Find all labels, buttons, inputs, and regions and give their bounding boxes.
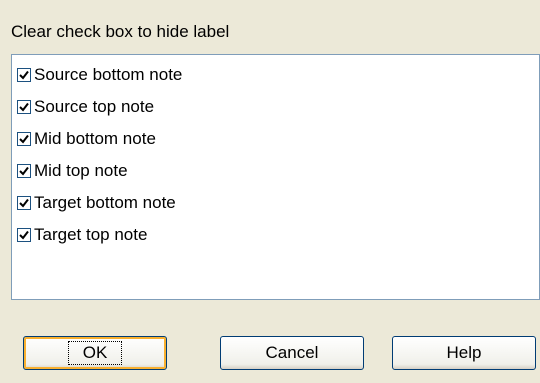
list-item-target-bottom-note[interactable]: Target bottom note	[17, 190, 176, 216]
checkmark-icon	[19, 166, 29, 176]
checkmark-icon	[19, 230, 29, 240]
list-item-source-bottom-note[interactable]: Source bottom note	[17, 62, 182, 88]
instruction-text: Clear check box to hide label	[11, 22, 230, 41]
cancel-button-label: Cancel	[265, 343, 319, 362]
list-item-target-top-note[interactable]: Target top note	[17, 222, 147, 248]
checkmark-icon	[19, 198, 29, 208]
checkbox[interactable]	[17, 164, 31, 178]
item-label: Target bottom note	[34, 193, 176, 212]
item-label: Mid bottom note	[34, 129, 156, 148]
item-label: Source bottom note	[34, 65, 183, 84]
checkmark-icon	[19, 102, 29, 112]
list-item-mid-top-note[interactable]: Mid top note	[17, 158, 128, 184]
item-label: Target top note	[34, 225, 148, 244]
help-button[interactable]: Help	[392, 336, 536, 370]
cancel-button[interactable]: Cancel	[220, 336, 364, 370]
list-item-source-top-note[interactable]: Source top note	[17, 94, 154, 120]
help-button-label: Help	[446, 343, 482, 362]
item-label: Mid top note	[34, 161, 128, 180]
checkbox[interactable]	[17, 68, 31, 82]
checkmark-icon	[19, 134, 29, 144]
label-checklist[interactable]: Source bottom note Source top note Mid b…	[11, 54, 540, 300]
hide-labels-dialog: Clear check box to hide label Source bot…	[0, 0, 540, 383]
checkmark-icon	[19, 70, 29, 80]
checkbox[interactable]	[17, 228, 31, 242]
checkbox[interactable]	[17, 132, 31, 146]
list-item-mid-bottom-note[interactable]: Mid bottom note	[17, 126, 156, 152]
checkbox[interactable]	[17, 196, 31, 210]
ok-button[interactable]: OK	[23, 336, 167, 370]
item-label: Source top note	[34, 97, 155, 116]
ok-button-label: OK	[67, 341, 123, 365]
checkbox[interactable]	[17, 100, 31, 114]
